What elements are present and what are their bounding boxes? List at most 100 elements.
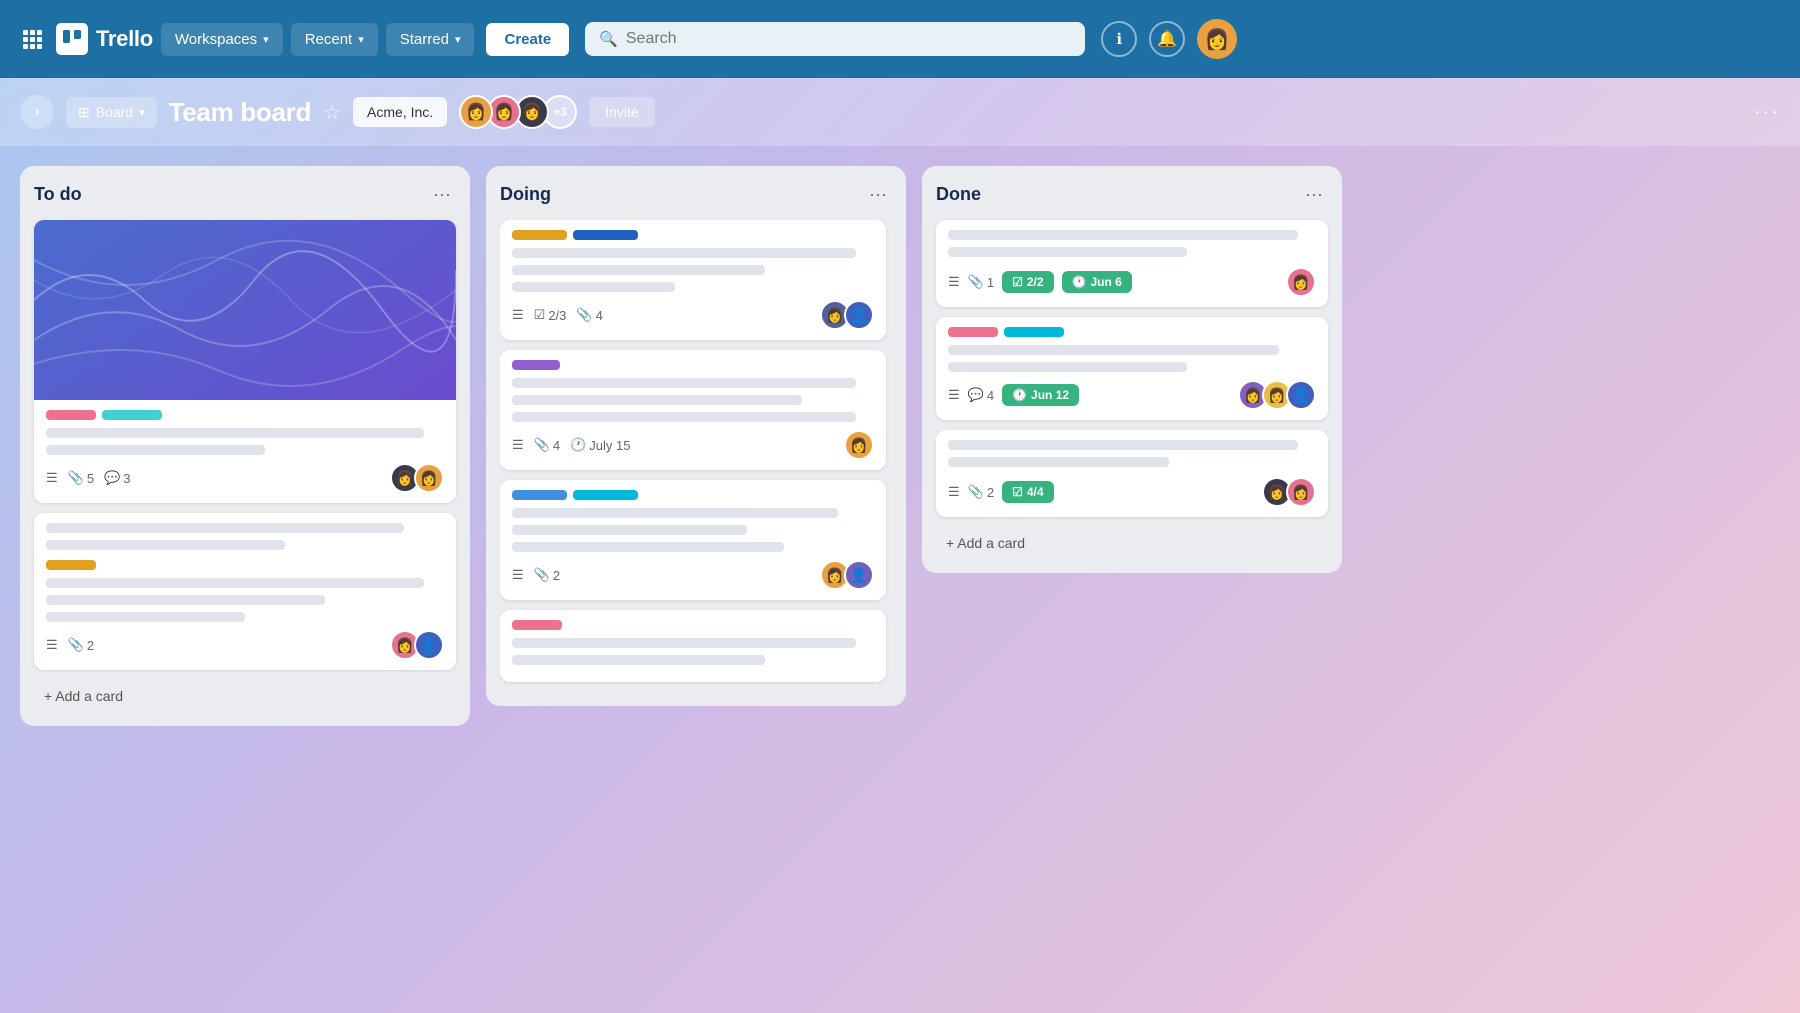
avatar-doing1-blue[interactable]: 👤 <box>844 300 874 330</box>
board-member-avatars: 👩 👩 👩 +3 <box>459 95 577 129</box>
invite-button[interactable]: Invite <box>589 97 654 127</box>
card-done-3-l1 <box>948 440 1298 450</box>
card-doing-2-meta: ☰ 📎 4 🕐 July 15 👩 <box>512 430 874 460</box>
card-done-3-l2 <box>948 457 1169 467</box>
avatar-blue-male[interactable]: 👤 <box>414 630 444 660</box>
starred-chevron: ▾ <box>455 33 461 46</box>
board-view-chevron: ▾ <box>139 106 145 119</box>
tag-blue-dark <box>573 230 638 240</box>
card-done-1-checklist-pill: ☑ 2/2 <box>1002 271 1053 293</box>
create-button[interactable]: Create <box>486 23 569 56</box>
column-doing-header: Doing ··· <box>500 180 892 208</box>
card-doing-4[interactable] <box>500 610 886 682</box>
card-doing-1-avatars: 👩 👤 <box>820 300 874 330</box>
avatar-doing2-orange[interactable]: 👩 <box>844 430 874 460</box>
info-button[interactable]: ℹ <box>1101 21 1137 57</box>
card-done-1-l2 <box>948 247 1187 257</box>
card-doing-3-l1 <box>512 508 838 518</box>
search-input[interactable] <box>626 30 1071 48</box>
star-board-button[interactable]: ☆ <box>323 100 341 125</box>
column-doing-menu-button[interactable]: ··· <box>864 180 892 208</box>
board-header: › ⊞ Board ▾ Team board ☆ Acme, Inc. 👩 👩 … <box>0 78 1800 146</box>
avatar-orange-female[interactable]: 👩 <box>414 463 444 493</box>
card-done-1-attach: 📎 1 <box>968 274 994 290</box>
card-done-1-due-pill: 🕐 Jun 6 <box>1062 271 1132 293</box>
card-doing-2-l1 <box>512 378 856 388</box>
card-doing-1-l1 <box>512 248 856 258</box>
board-view-button[interactable]: ⊞ Board ▾ <box>66 97 157 128</box>
card-todo-2[interactable]: ☰ 📎 2 👩 👤 <box>34 513 456 670</box>
tag-blue <box>512 490 567 500</box>
card-doing-4-l2 <box>512 655 765 665</box>
doing-cards-container: ☰ ☑ 2/3 📎 4 👩 👤 ☰ <box>500 220 892 692</box>
card-done-1-l1 <box>948 230 1298 240</box>
card-done-2[interactable]: ☰ 💬 4 🕐 Jun 12 👩 👩 👤 <box>936 317 1328 420</box>
user-avatar-nav[interactable]: 👩 <box>1197 19 1237 59</box>
grid-icon-button[interactable] <box>16 23 48 55</box>
board-title: Team board <box>169 97 311 128</box>
card-doing-1[interactable]: ☰ ☑ 2/3 📎 4 👩 👤 <box>500 220 886 340</box>
recent-button[interactable]: Recent ▾ <box>291 23 378 56</box>
card-doing-4-tags <box>512 620 874 630</box>
column-todo-header: To do ··· <box>34 180 456 208</box>
card-doing-3-desc-icon: ☰ <box>512 567 524 583</box>
add-card-todo-button[interactable]: + Add a card <box>34 680 456 712</box>
card-doing-3[interactable]: ☰ 📎 2 👩 👤 <box>500 480 886 600</box>
tag-done2-teal <box>1004 327 1064 337</box>
notification-button[interactable]: 🔔 <box>1149 21 1185 57</box>
sidebar-toggle-button[interactable]: › <box>20 95 54 129</box>
column-todo-menu-button[interactable]: ··· <box>428 180 456 208</box>
card-doing-3-meta: ☰ 📎 2 👩 👤 <box>512 560 874 590</box>
card-todo-1-line2 <box>46 445 265 455</box>
card-doing-1-attach: 📎 4 <box>576 307 602 323</box>
card-doing-2[interactable]: ☰ 📎 4 🕐 July 15 👩 <box>500 350 886 470</box>
card-todo-1[interactable]: ☰ 📎 5 💬 3 👩 👩 <box>34 220 456 503</box>
avatar-done1-pink[interactable]: 👩 <box>1286 267 1316 297</box>
workspaces-chevron: ▾ <box>263 33 269 46</box>
board-view-label: Board <box>96 104 133 120</box>
card-doing-1-meta: ☰ ☑ 2/3 📎 4 👩 👤 <box>512 300 874 330</box>
recent-chevron: ▾ <box>358 33 364 46</box>
trello-logo[interactable]: Trello <box>56 23 153 55</box>
starred-button[interactable]: Starred ▾ <box>386 23 475 56</box>
avatar-done3-pink[interactable]: 👩 <box>1286 477 1316 507</box>
column-done-menu-button[interactable]: ··· <box>1300 180 1328 208</box>
board-more-button[interactable]: ··· <box>1754 101 1780 124</box>
column-doing-title: Doing <box>500 184 551 205</box>
tag-pink <box>46 410 96 420</box>
tag-pink2 <box>512 620 562 630</box>
card-done-1[interactable]: ☰ 📎 1 ☑ 2/2 🕐 Jun 6 👩 <box>936 220 1328 307</box>
card-todo-2-l2 <box>46 595 325 605</box>
add-card-done-button[interactable]: + Add a card <box>936 527 1328 559</box>
card-doing-3-l3 <box>512 542 784 552</box>
card-doing-2-l2 <box>512 395 802 405</box>
member-avatar-1[interactable]: 👩 <box>459 95 493 129</box>
card-todo-1-attach: 📎 5 <box>68 470 94 486</box>
card-todo-2-l3 <box>46 612 245 622</box>
card-done-2-meta: ☰ 💬 4 🕐 Jun 12 👩 👩 👤 <box>948 380 1316 410</box>
trello-logo-icon <box>56 23 88 55</box>
card-todo-1-tags <box>46 410 444 420</box>
top-nav: Trello Workspaces ▾ Recent ▾ Starred ▾ C… <box>0 0 1800 78</box>
card-done-2-due-pill: 🕐 Jun 12 <box>1002 384 1079 406</box>
card-done-3-desc-icon: ☰ <box>948 484 960 500</box>
search-icon: 🔍 <box>599 30 618 48</box>
card-doing-3-l2 <box>512 525 747 535</box>
card-doing-1-checklist: ☑ 2/3 <box>534 307 567 323</box>
card-done-3-meta: ☰ 📎 2 ☑ 4/4 👩 👩 <box>948 477 1316 507</box>
tag-done2-pink <box>948 327 998 337</box>
card-done-2-comment: 💬 4 <box>968 387 994 403</box>
column-doing: Doing ··· ☰ ☑ 2/3 📎 4 👩 � <box>486 166 906 706</box>
workspace-pill-button[interactable]: Acme, Inc. <box>353 97 447 127</box>
card-done-2-avatars: 👩 👩 👤 <box>1238 380 1316 410</box>
workspaces-button[interactable]: Workspaces ▾ <box>161 23 283 56</box>
card-done-2-l2 <box>948 362 1187 372</box>
tag-purple <box>512 360 560 370</box>
card-done-3-checklist-pill: ☑ 4/4 <box>1002 481 1053 503</box>
avatar-done2-blue[interactable]: 👤 <box>1286 380 1316 410</box>
card-done-3[interactable]: ☰ 📎 2 ☑ 4/4 👩 👩 <box>936 430 1328 517</box>
card-doing-4-l1 <box>512 638 856 648</box>
column-done-header: Done ··· <box>936 180 1328 208</box>
board-content: To do ··· <box>0 146 1800 746</box>
avatar-doing3-purple[interactable]: 👤 <box>844 560 874 590</box>
